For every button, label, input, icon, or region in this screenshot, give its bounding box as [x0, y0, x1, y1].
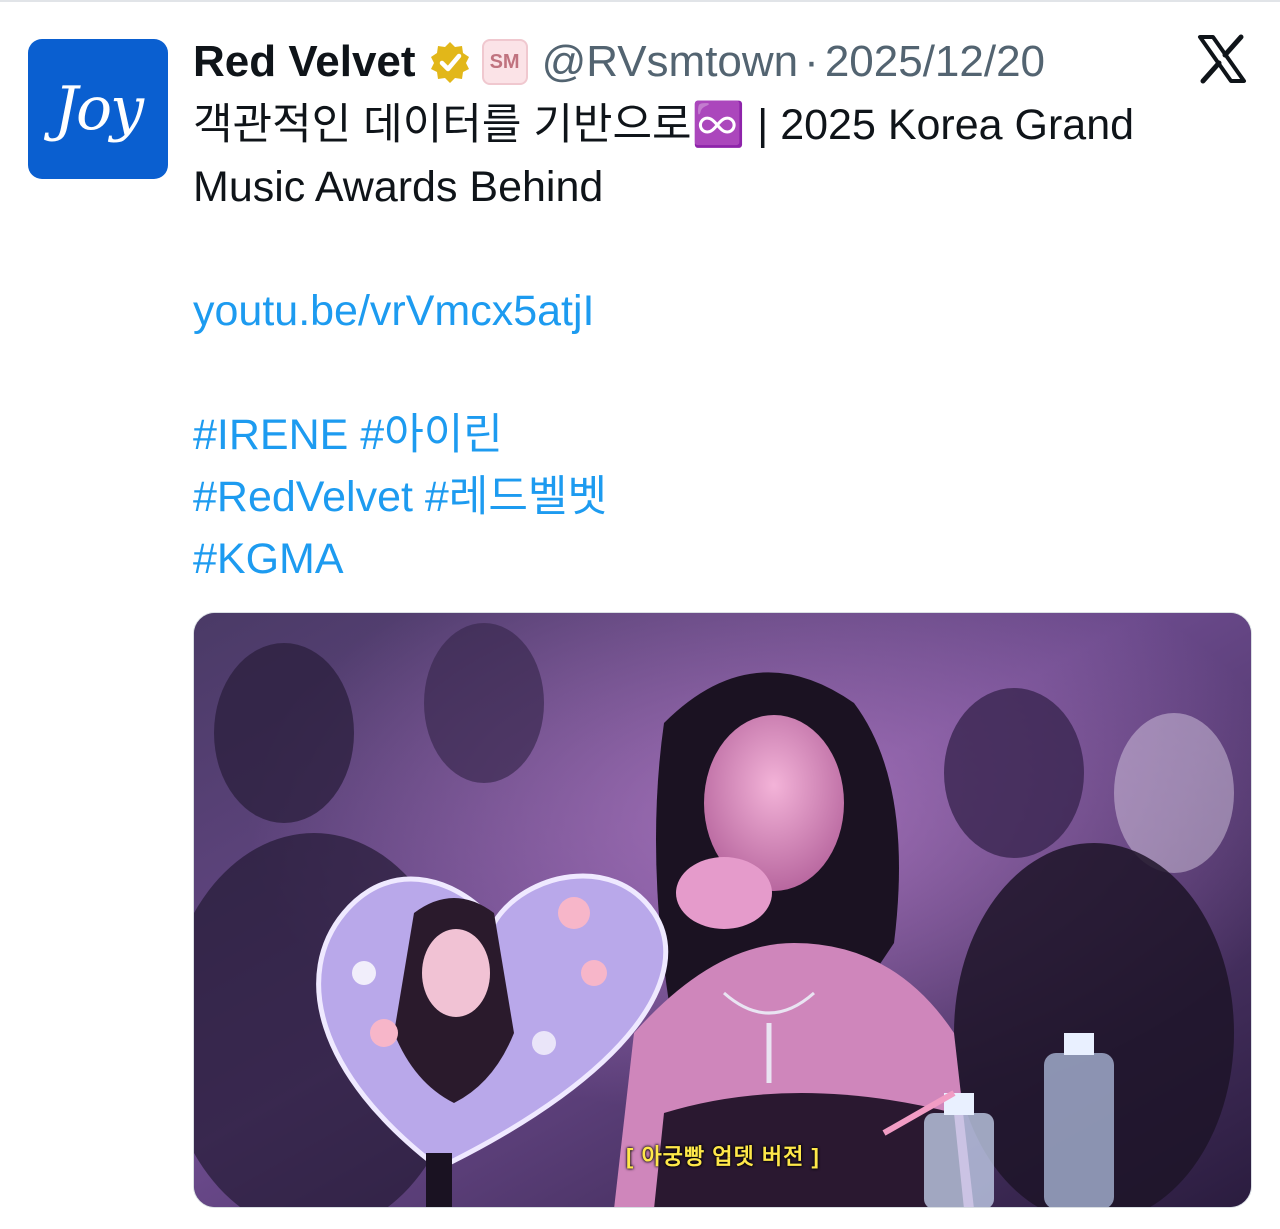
tweet-text-line: 객관적인 데이터를 기반으로♾️ | 2025 Korea Grand — [193, 101, 1135, 149]
verified-badge-icon[interactable] — [428, 40, 472, 84]
top-divider — [0, 0, 1280, 2]
display-name[interactable]: Red Velvet — [193, 37, 416, 87]
hashtag-line[interactable]: #RedVelvet #레드벨벳 — [193, 466, 1253, 528]
tweet-date[interactable]: 2025/12/20 — [825, 37, 1045, 87]
tweet-header: Red Velvet SM @RVsmtown · 2025/12/20 — [193, 34, 1045, 90]
x-logo-icon[interactable] — [1196, 33, 1248, 85]
affiliate-badge[interactable]: SM — [481, 39, 528, 85]
handle[interactable]: @RVsmtown — [542, 37, 799, 87]
media-photo-illustration — [194, 613, 1251, 1207]
avatar[interactable]: Joy — [28, 39, 168, 179]
tweet-text-line: Music Awards Behind — [193, 163, 604, 211]
media-image[interactable]: [ 아궁빵 업뎃 버전 ] — [193, 612, 1252, 1208]
video-caption: [ 아궁빵 업뎃 버전 ] — [626, 1144, 820, 1169]
youtube-link[interactable]: youtu.be/vrVmcx5atjI — [193, 280, 1253, 342]
meta-separator: · — [804, 37, 819, 86]
hashtag-line[interactable]: #IRENE #아이린 — [193, 404, 1253, 466]
hashtag-line[interactable]: #KGMA — [193, 528, 1253, 590]
avatar-logo-text: Joy — [53, 74, 144, 144]
tweet-text: 객관적인 데이터를 기반으로♾️ | 2025 Korea Grand Musi… — [193, 94, 1253, 590]
